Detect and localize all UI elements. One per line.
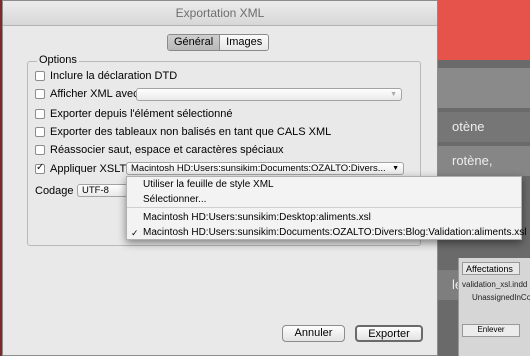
chevron-down-icon: ▼ [390,91,397,98]
apply-xslt-checkbox[interactable] [35,162,45,174]
show-xml-label: Afficher XML avec : [50,88,145,100]
background-red-header [438,0,530,60]
menu-item-use-stylesheet[interactable]: Utiliser la feuille de style XML [143,179,274,190]
export-selected-label: Exporter depuis l'élément sélectionné [50,108,233,120]
tab-general[interactable]: Général [168,35,220,50]
export-button[interactable]: Exporter [355,325,423,342]
tab-bar: Général Images [167,34,270,51]
panel-file-line[interactable]: validation_xsl.indd [462,280,527,289]
show-xml-app-select[interactable]: ▼ [136,88,402,101]
export-selected-row[interactable]: Exporter depuis l'élément sélectionné [35,107,232,121]
xslt-select-value: Macintosh HD:Users:sunsikim:Documents:OZ… [131,163,386,174]
encoding-select[interactable]: UTF-8 [77,184,129,197]
remove-button[interactable]: Enlever [462,324,520,337]
export-selected-checkbox[interactable] [35,109,45,119]
menu-item-validation-xsl[interactable]: Macintosh HD:Users:sunsikim:Documents:OZ… [143,227,526,238]
affectations-tab[interactable]: Affectations [462,262,520,275]
remap-breaks-row[interactable]: Réassocier saut, espace et caractères sp… [35,143,284,157]
tab-images[interactable]: Images [219,35,269,50]
dialog-title: Exportation XML [3,1,437,26]
remap-breaks-checkbox[interactable] [35,145,45,155]
options-group-title: Options [37,54,79,66]
include-dtd-row[interactable]: Inclure la déclaration DTD [35,69,177,83]
chevron-down-icon: ▼ [392,165,399,172]
menu-item-desktop-xsl[interactable]: Macintosh HD:Users:sunsikim:Desktop:alim… [143,212,371,223]
menu-item-select[interactable]: Sélectionner... [143,194,206,205]
xslt-dropdown-menu: Utiliser la feuille de style XML Sélecti… [126,176,526,240]
show-xml-row[interactable]: Afficher XML avec : [35,87,145,101]
panel-item-line[interactable]: UnassignedInCo [472,293,530,302]
checkmark-icon: ✓ [131,228,139,238]
background-text-2: rotène, [438,146,530,176]
encoding-row: Codage : [35,184,80,198]
show-xml-checkbox[interactable] [35,89,45,99]
remap-breaks-label: Réassocier saut, espace et caractères sp… [50,144,284,156]
cancel-button[interactable]: Annuler [282,325,345,342]
include-dtd-label: Inclure la déclaration DTD [50,70,178,82]
background-text-1: otène [438,112,530,142]
export-tables-row[interactable]: Exporter des tableaux non balisés en tan… [35,125,331,139]
encoding-value: UTF-8 [82,185,109,196]
export-tables-label: Exporter des tableaux non balisés en tan… [50,126,332,138]
encoding-label: Codage : [35,185,80,197]
include-dtd-checkbox[interactable] [35,71,45,81]
background-band [438,68,530,108]
apply-xslt-row[interactable]: Appliquer XSLT : [35,162,132,176]
export-tables-checkbox[interactable] [35,127,45,137]
menu-separator [127,207,521,208]
xslt-select[interactable]: Macintosh HD:Users:sunsikim:Documents:OZ… [126,162,404,175]
apply-xslt-label: Appliquer XSLT : [50,163,133,175]
